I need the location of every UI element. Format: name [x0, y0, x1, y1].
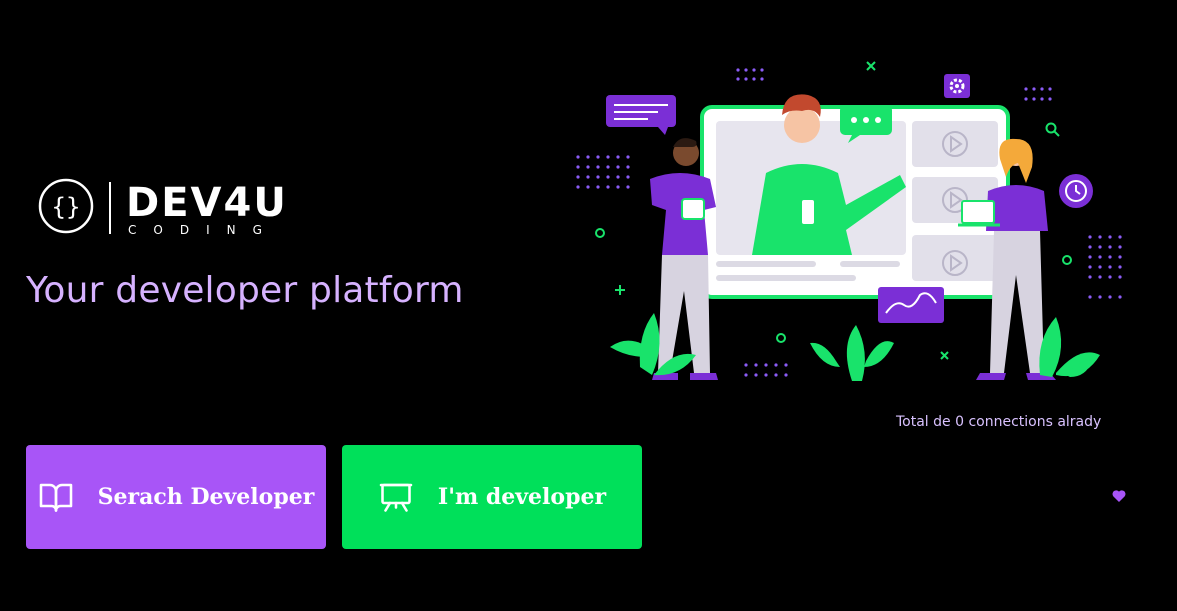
book-open-icon: [39, 483, 72, 512]
chart-card-icon: [878, 287, 944, 323]
connections-count-text: Total de 0 connections alrady: [896, 414, 1102, 430]
logo-wordmark: DEV4U: [126, 180, 288, 226]
clock-icon: [1059, 174, 1093, 208]
search-developer-label: Serach Developer: [97, 484, 315, 510]
search-developer-button[interactable]: Serach Developer: [26, 445, 326, 549]
im-developer-button[interactable]: I'm developer: [342, 445, 642, 549]
svg-text:{}: {}: [52, 193, 81, 221]
dev4u-logo: {} DEV4U CODING: [38, 178, 288, 237]
im-developer-label: I'm developer: [437, 484, 607, 510]
braces-emblem-icon: {}: [38, 178, 94, 234]
gear-icon: [944, 74, 970, 98]
message-bubble-icon: [606, 95, 676, 135]
hero-illustration: [576, 61, 1122, 381]
heart-icon: [1112, 490, 1126, 502]
presentation-icon: [379, 483, 413, 512]
page-tagline: Your developer platform: [26, 270, 464, 311]
logo-subtitle: CODING: [128, 223, 279, 237]
